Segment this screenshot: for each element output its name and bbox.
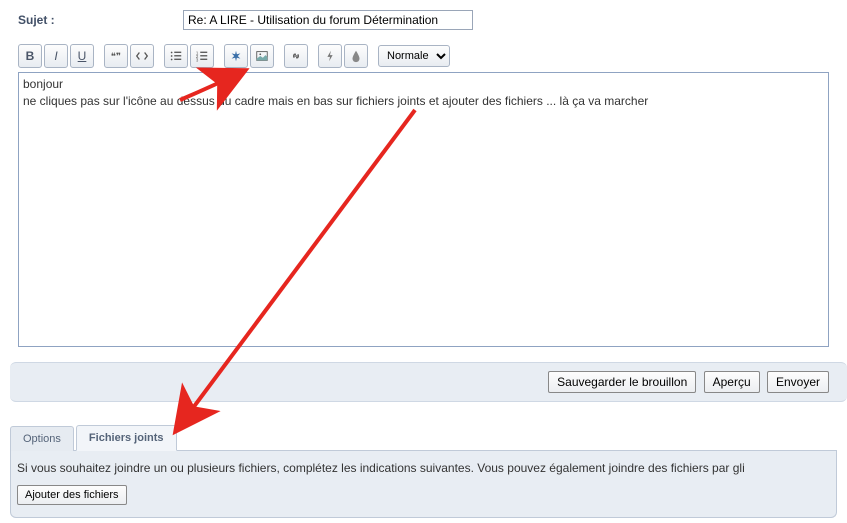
tab-options[interactable]: Options [10, 426, 74, 451]
submit-button[interactable]: Envoyer [767, 371, 829, 393]
add-files-button[interactable]: Ajouter des fichiers [17, 485, 127, 505]
svg-text:❝❞: ❝❞ [111, 52, 121, 63]
underline-icon: U [78, 49, 87, 63]
link-button[interactable] [284, 44, 308, 68]
lower-tabs-block: Options Fichiers joints Si vous souhaite… [10, 424, 837, 518]
attachments-panel: Si vous souhaitez joindre un ou plusieur… [10, 451, 837, 518]
list-ul-icon [169, 49, 183, 63]
unordered-list-button[interactable] [164, 44, 188, 68]
burst-button[interactable] [224, 44, 248, 68]
drop-icon [349, 49, 363, 63]
bold-icon: B [26, 49, 35, 63]
subject-row: Sujet : [18, 10, 829, 30]
svg-text:3: 3 [196, 57, 199, 62]
underline-button[interactable]: U [70, 44, 94, 68]
tab-attachments[interactable]: Fichiers joints [76, 425, 177, 451]
message-editor[interactable] [18, 72, 829, 347]
editor-toolbar: B I U ❝❞ 123 [18, 44, 829, 68]
tabs-row: Options Fichiers joints [10, 424, 837, 451]
insert-image-button[interactable] [250, 44, 274, 68]
italic-icon: I [54, 49, 57, 63]
font-color-button[interactable] [344, 44, 368, 68]
ordered-list-button[interactable]: 123 [190, 44, 214, 68]
link-icon [289, 49, 303, 63]
quote-icon: ❝❞ [109, 49, 123, 63]
code-icon [135, 49, 149, 63]
preview-button[interactable]: Aperçu [704, 371, 760, 393]
action-bar: Sauvegarder le brouillon Aperçu Envoyer [10, 362, 847, 402]
quote-button[interactable]: ❝❞ [104, 44, 128, 68]
subject-input[interactable] [183, 10, 473, 30]
bold-button[interactable]: B [18, 44, 42, 68]
italic-button[interactable]: I [44, 44, 68, 68]
burst-icon [229, 49, 243, 63]
code-button[interactable] [130, 44, 154, 68]
save-draft-button[interactable]: Sauvegarder le brouillon [548, 371, 696, 393]
image-icon [255, 49, 269, 63]
font-size-select[interactable]: Normale [378, 45, 450, 67]
lightning-icon [323, 49, 337, 63]
flash-button[interactable] [318, 44, 342, 68]
list-ol-icon: 123 [195, 49, 209, 63]
attachments-instruction: Si vous souhaitez joindre un ou plusieur… [17, 461, 830, 475]
subject-label: Sujet : [18, 13, 183, 27]
